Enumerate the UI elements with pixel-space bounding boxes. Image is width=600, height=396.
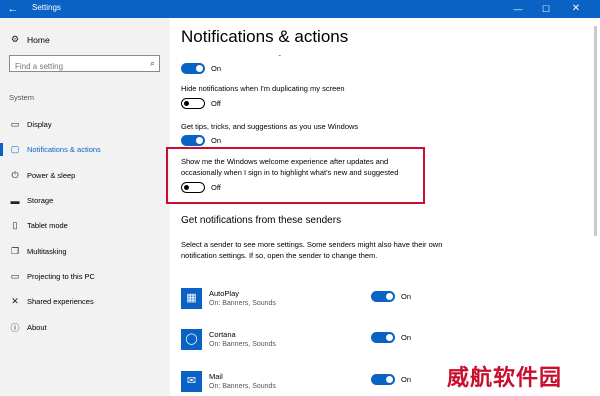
sender-status: On: Banners, Sounds <box>209 383 276 390</box>
cortana-icon: ◯ <box>181 329 202 350</box>
toggle-state: On <box>211 136 222 145</box>
hide-notifications-toggle[interactable] <box>181 98 205 109</box>
sidebar-item-about[interactable]: ⓘ About <box>0 314 170 339</box>
sidebar-item-label: Shared experiences <box>27 297 94 307</box>
toggle-state: Off <box>211 99 221 108</box>
sidebar-item-storage[interactable]: ▬ Storage <box>0 188 170 213</box>
title-bar: ← Settings — ☐ ✕ <box>0 0 600 18</box>
minimize-button[interactable]: — <box>504 0 532 18</box>
shared-icon: ✕ <box>11 296 19 307</box>
watermark-text: 威航软件园 <box>447 366 563 391</box>
sender-name: Mail <box>209 372 223 381</box>
autoplay-toggle-row[interactable]: On <box>371 291 411 302</box>
main-panel: Show reminders and incoming VoIP calls o… <box>170 18 600 396</box>
search-input[interactable] <box>10 59 138 74</box>
sidebar-item-label: About <box>27 322 47 332</box>
sender-row-autoplay[interactable]: ▦ AutoPlay On: Banners, Sounds On <box>181 288 421 318</box>
mail-icon: ✉ <box>181 371 202 392</box>
sidebar-item-label: Power & sleep <box>27 170 76 180</box>
sidebar-item-projecting[interactable]: ▭ Projecting to this PC <box>0 264 170 289</box>
close-button[interactable]: ✕ <box>562 0 590 18</box>
sender-name: Cortana <box>209 330 236 339</box>
display-icon: ▭ <box>10 119 20 130</box>
back-arrow-icon[interactable]: ← <box>6 2 20 16</box>
autoplay-toggle[interactable] <box>371 291 395 302</box>
setting-label: Get tips, tricks, and suggestions as you… <box>181 122 359 131</box>
sidebar-section-label: System <box>9 93 35 102</box>
page-title: Notifications & actions <box>181 27 581 55</box>
gear-icon: ⚙ <box>10 34 20 44</box>
sender-status: On: Banners, Sounds <box>209 300 276 307</box>
info-icon: ⓘ <box>10 322 20 333</box>
reminders-toggle[interactable] <box>181 63 205 74</box>
sidebar-item-label: Tablet mode <box>27 221 68 231</box>
toggle-state: On <box>211 64 222 73</box>
hide-notifications-toggle-row[interactable]: Off <box>181 98 221 109</box>
senders-description: Select a sender to see more settings. So… <box>181 240 443 260</box>
sender-name: AutoPlay <box>209 289 240 298</box>
sidebar-item-label: Projecting to this PC <box>27 271 95 281</box>
window-title: Settings <box>32 3 61 12</box>
tips-toggle[interactable] <box>181 135 205 146</box>
autoplay-icon: ▦ <box>181 288 202 309</box>
multitasking-icon: ❐ <box>10 245 20 256</box>
notifications-icon: ▢ <box>10 144 20 155</box>
sidebar: ⚙ Home ⌕ System ▭ Display ▢ Notification… <box>0 18 170 396</box>
sidebar-item-multitasking[interactable]: ❐ Multitasking <box>0 238 170 263</box>
highlight-box <box>166 147 425 204</box>
toggle-state: On <box>401 375 412 384</box>
sidebar-item-label: Storage <box>27 196 54 206</box>
maximize-button[interactable]: ☐ <box>532 0 560 18</box>
toggle-state: On <box>401 333 412 342</box>
sidebar-item-notifications[interactable]: ▢ Notifications & actions <box>0 137 170 162</box>
tips-toggle-row[interactable]: On <box>181 135 221 146</box>
sidebar-item-label: Display <box>27 120 52 130</box>
sidebar-item-display[interactable]: ▭ Display <box>0 112 170 137</box>
sidebar-nav: ▭ Display ▢ Notifications & actions ⏻ Po… <box>0 112 170 340</box>
storage-icon: ▬ <box>10 195 20 206</box>
home-label: Home <box>27 34 50 45</box>
sender-status: On: Banners, Sounds <box>209 341 276 348</box>
home-link[interactable]: ⚙ Home <box>9 34 50 45</box>
projecting-icon: ▭ <box>10 270 20 281</box>
search-icon[interactable]: ⌕ <box>150 58 155 69</box>
sidebar-item-tablet[interactable]: ▯ Tablet mode <box>0 213 170 238</box>
mail-toggle-row[interactable]: On <box>371 374 411 385</box>
sidebar-item-shared[interactable]: ✕ Shared experiences <box>0 289 170 314</box>
setting-label: Hide notifications when I'm duplicating … <box>181 84 345 93</box>
sender-row-mail[interactable]: ✉ Mail On: Banners, Sounds On <box>181 371 421 396</box>
tablet-icon: ▯ <box>12 220 18 231</box>
scrollbar[interactable] <box>594 26 597 236</box>
sidebar-item-label: Notifications & actions <box>27 145 101 155</box>
mail-toggle[interactable] <box>371 374 395 385</box>
sidebar-item-label: Multitasking <box>27 246 67 256</box>
sender-row-cortana[interactable]: ◯ Cortana On: Banners, Sounds On <box>181 329 421 359</box>
sidebar-item-power[interactable]: ⏻ Power & sleep <box>0 163 170 188</box>
reminders-toggle-row[interactable]: On <box>181 63 221 74</box>
cortana-toggle[interactable] <box>371 332 395 343</box>
toggle-state: On <box>401 292 412 301</box>
power-icon: ⏻ <box>11 169 19 180</box>
search-box[interactable]: ⌕ <box>9 55 160 74</box>
senders-heading: Get notifications from these senders <box>181 215 342 226</box>
cortana-toggle-row[interactable]: On <box>371 332 411 343</box>
